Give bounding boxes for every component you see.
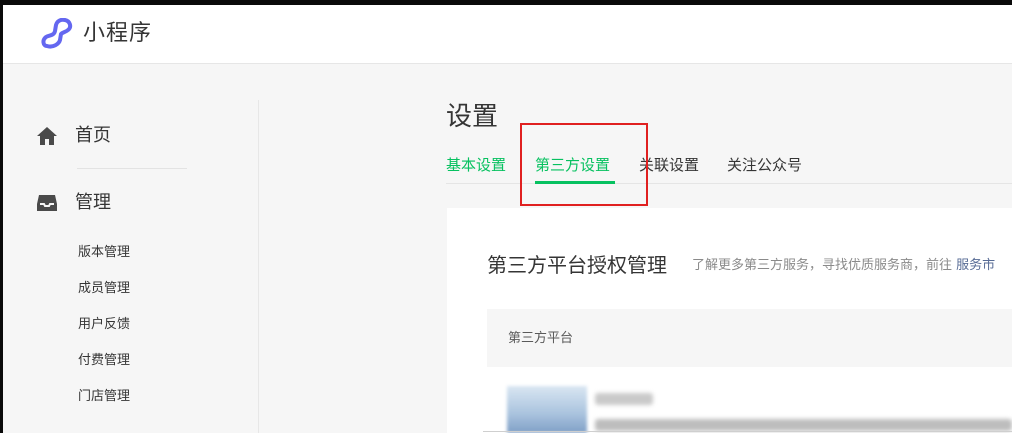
blurred-platform-logo (507, 386, 587, 433)
section-title: 第三方平台授权管理 (487, 253, 667, 277)
miniprogram-logo-icon (41, 18, 73, 49)
table-header: 第三方平台 (487, 309, 1012, 367)
blurred-platform-name (595, 393, 653, 405)
window-frame-left (0, 0, 3, 433)
sidebar-subitem-members[interactable]: 成员管理 (78, 281, 130, 297)
sidebar-item-label: 管理 (75, 192, 111, 213)
sidebar-divider (258, 100, 259, 433)
service-market-link[interactable]: 服务市 (956, 258, 995, 273)
app-title: 小程序 (83, 21, 153, 46)
table-header-platform: 第三方平台 (508, 331, 574, 346)
highlight-annotation-box (520, 123, 648, 206)
tab-basic-settings[interactable]: 基本设置 (446, 155, 506, 175)
tab-follow-official-account[interactable]: 关注公众号 (727, 155, 802, 175)
sidebar-subitem-feedback[interactable]: 用户反馈 (78, 317, 130, 333)
sidebar-item-home[interactable]: 首页 (35, 125, 111, 147)
sidebar-item-label: 首页 (75, 125, 111, 146)
sidebar-separator (77, 168, 187, 169)
sidebar-subitem-payment[interactable]: 付费管理 (78, 353, 130, 369)
top-bar: 小程序 (3, 5, 1012, 64)
sidebar-subitem-stores[interactable]: 门店管理 (78, 389, 130, 405)
blurred-platform-description (595, 419, 1012, 431)
inbox-icon (37, 195, 57, 211)
bottom-rule (483, 431, 1012, 432)
home-icon (37, 127, 57, 145)
tab-association-settings[interactable]: 关联设置 (639, 155, 699, 175)
sidebar-subitem-version[interactable]: 版本管理 (78, 245, 130, 261)
section-description: 了解更多第三方服务，寻找优质服务商，前往 服务市 (692, 257, 995, 274)
page-title: 设置 (446, 102, 499, 132)
section-description-text: 了解更多第三方服务，寻找优质服务商，前往 (692, 258, 953, 273)
sidebar-item-manage[interactable]: 管理 (35, 192, 111, 214)
